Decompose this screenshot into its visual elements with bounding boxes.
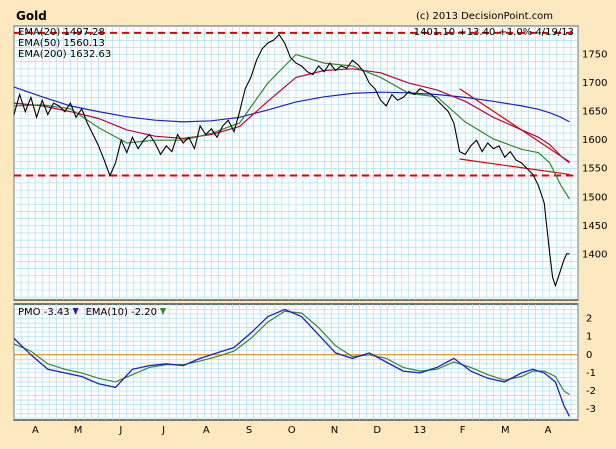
price-quote: 1401.10 +13.40 +1.0% 4/19/13 [414, 27, 574, 38]
y-tick-label: 1400 [582, 249, 607, 260]
pmo-y-tick-label: -1 [586, 368, 596, 379]
x-tick-label: N [331, 425, 338, 436]
x-tick-label: M [501, 425, 510, 436]
pmo-y-tick-label: -2 [586, 386, 596, 397]
pmo-legend-entry: EMA(10) -2.20 [86, 307, 157, 318]
pmo-y-tick-label: -3 [586, 404, 596, 415]
x-tick-label: O [288, 425, 296, 436]
x-tick-label: A [32, 425, 39, 436]
y-tick-label: 1550 [582, 164, 607, 175]
y-tick-label: 1700 [582, 78, 607, 89]
pmo-y-tick-label: 2 [586, 314, 592, 325]
pmo-legend-entry: PMO -3.43 [18, 307, 70, 318]
x-tick-label: D [373, 425, 381, 436]
legend-entry: EMA(50) 1560.13 [18, 38, 105, 49]
gold-chart: 1400 1450 1500 1550 1600 1650 1700 1750 -3 -2 -1 0 1… [13, 25, 607, 436]
x-tick-label: A [545, 425, 552, 436]
legend-entry: EMA(200) 1632.63 [18, 49, 111, 60]
x-tick-label: J [161, 425, 165, 436]
x-tick-label: J [118, 425, 122, 436]
legend-entry: EMA(20) 1497.28 [18, 27, 105, 38]
x-tick-label: F [460, 425, 466, 436]
y-tick-label: 1600 [582, 135, 607, 146]
x-tick-label: A [203, 425, 210, 436]
x-tick-label: S [246, 425, 252, 436]
y-tick-label: 1450 [582, 221, 607, 232]
pmo-y-tick-label: 1 [586, 332, 592, 343]
pmo-y-tick-label: 0 [586, 350, 592, 361]
x-tick-label: M [74, 425, 83, 436]
y-tick-label: 1650 [582, 107, 607, 118]
y-tick-label: 1500 [582, 192, 607, 203]
x-tick-label: 13 [414, 425, 427, 436]
y-tick-label: 1750 [582, 50, 607, 61]
